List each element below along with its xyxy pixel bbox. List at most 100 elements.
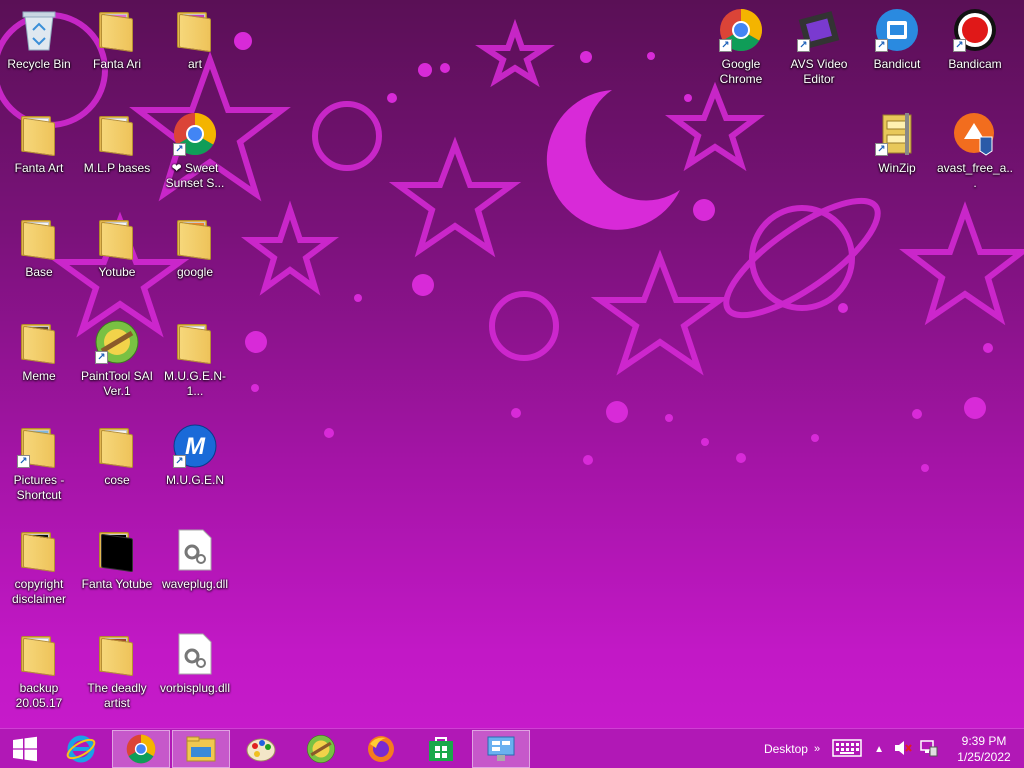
desktop-toolbar-label[interactable]: Desktop <box>764 742 808 756</box>
shortcut-arrow-icon: ↗ <box>875 143 888 156</box>
google-chrome-shortcut[interactable]: ↗ Google Chrome <box>702 6 780 87</box>
fanta-ari-label: Fanta Ari <box>92 57 142 71</box>
mlp-bases-label: M.L.P bases <box>83 161 151 175</box>
cose-label: cose <box>104 473 130 487</box>
painttool-sai-icon: ↗ <box>93 318 141 366</box>
base-label: Base <box>25 265 53 279</box>
folder-icon <box>97 114 137 157</box>
meme-folder[interactable]: Meme <box>0 318 78 384</box>
waveplug-label: waveplug.dll <box>161 577 229 591</box>
folder-icon <box>175 322 215 365</box>
file-explorer-button[interactable] <box>172 729 230 768</box>
keyboard-icon[interactable] <box>832 738 862 760</box>
winzip-cabinet-icon: ↗ <box>873 110 921 158</box>
paint-button[interactable] <box>232 730 290 768</box>
folder-icon <box>19 218 59 261</box>
base-folder[interactable]: Base <box>0 214 78 280</box>
folder-icon <box>19 634 59 677</box>
copyright-disclaimer-folder[interactable]: copyright disclaimer <box>0 526 78 607</box>
shortcut-arrow-icon: ↗ <box>95 351 108 364</box>
avast-icon <box>951 110 999 158</box>
recycle-bin-icon-tile[interactable]: Recycle Bin <box>0 6 78 72</box>
cose-folder[interactable]: cose <box>78 422 156 488</box>
fanta-art-label: Fanta Art <box>14 161 64 175</box>
clock-date: 1/25/2022 <box>957 750 1011 764</box>
deadly-artist-folder[interactable]: The deadly artist <box>78 630 156 711</box>
backup-label: backup 20.05.17 <box>15 681 63 710</box>
store-button[interactable] <box>412 730 470 768</box>
pictures-folder-icon: ↗ <box>15 422 63 470</box>
vorbisplug-file[interactable]: vorbisplug.dll <box>156 630 234 696</box>
store-icon <box>429 736 453 761</box>
bandicut-label: Bandicut <box>873 57 921 71</box>
painttool-sai-taskbar-button[interactable] <box>292 730 350 768</box>
file-explorer-icon <box>186 736 216 761</box>
google-folder[interactable]: google <box>156 214 234 280</box>
fanta-art-folder[interactable]: Fanta Art <box>0 110 78 176</box>
folder-icon <box>97 426 137 469</box>
system-clock[interactable]: 9:39 PM 1/25/2022 <box>944 733 1024 765</box>
folder-icon <box>19 530 59 573</box>
shortcut-arrow-icon: ↗ <box>953 39 966 52</box>
control-panel-button[interactable] <box>472 729 530 768</box>
chrome-icon: ↗ <box>171 110 219 158</box>
avast-label: avast_free_a... <box>936 161 1014 190</box>
network-icon[interactable] <box>920 739 938 760</box>
bandicam-label: Bandicam <box>948 57 1002 71</box>
painttool-sai-icon <box>306 734 336 763</box>
bandicut-shortcut[interactable]: ↗ Bandicut <box>858 6 936 72</box>
art-folder[interactable]: art <box>156 6 234 72</box>
shortcut-arrow-icon: ↗ <box>719 39 732 52</box>
fanta-ari-folder[interactable]: Fanta Ari <box>78 6 156 72</box>
winzip-shortcut[interactable]: ↗ WinZip <box>858 110 936 176</box>
chrome-icon: ↗ <box>717 6 765 54</box>
pictures-shortcut[interactable]: ↗ Pictures - Shortcut <box>0 422 78 503</box>
chrome-icon <box>126 734 156 763</box>
shortcut-arrow-icon: ↗ <box>173 143 186 156</box>
painttool-sai-shortcut[interactable]: ↗ PaintTool SAI Ver.1 <box>78 318 156 399</box>
svg-text:M: M <box>185 433 206 460</box>
mlp-bases-folder[interactable]: M.L.P bases <box>78 110 156 176</box>
internet-explorer-button[interactable] <box>52 730 110 768</box>
taskbar: Desktop » ▲ 9:39 PM 1/25/2022 <box>0 728 1024 768</box>
backup-folder[interactable]: backup 20.05.17 <box>0 630 78 711</box>
shortcut-arrow-icon: ↗ <box>173 455 186 468</box>
mugen-folder[interactable]: M.U.G.E.N-1... <box>156 318 234 399</box>
google-chrome-label: Google Chrome <box>719 57 763 86</box>
dll-file-icon <box>171 526 219 574</box>
folder-icon <box>175 218 215 261</box>
control-panel-icon <box>487 736 515 761</box>
deadly-artist-label: The deadly artist <box>87 681 147 710</box>
clock-time: 9:39 PM <box>961 734 1007 748</box>
shortcut-arrow-icon: ↗ <box>875 39 888 52</box>
avs-video-editor-label: AVS Video Editor <box>790 57 848 86</box>
bandicut-icon: ↗ <box>873 6 921 54</box>
shortcut-arrow-icon: ↗ <box>797 39 810 52</box>
folder-icon <box>97 10 137 53</box>
bandicam-shortcut[interactable]: ↗ Bandicam <box>936 6 1014 72</box>
avast-installer[interactable]: avast_free_a... <box>936 110 1014 191</box>
painttool-sai-label: PaintTool SAI Ver.1 <box>80 369 154 398</box>
show-hidden-icons-chevron-icon[interactable]: ▲ <box>874 744 884 755</box>
chrome-taskbar-button[interactable] <box>112 729 170 768</box>
avs-video-editor-shortcut[interactable]: ↗ AVS Video Editor <box>780 6 858 87</box>
mugen-shortcut[interactable]: M ↗ M.U.G.E.N <box>156 422 234 488</box>
yotube-folder[interactable]: Yotube <box>78 214 156 280</box>
volume-muted-icon[interactable] <box>894 740 912 759</box>
fanta-yotube-label: Fanta Yotube <box>81 577 153 591</box>
film-strip-icon: ↗ <box>795 6 843 54</box>
start-button[interactable] <box>0 730 50 768</box>
shortcut-arrow-icon: ↗ <box>17 455 30 468</box>
bandicam-record-icon: ↗ <box>951 6 999 54</box>
waveplug-file[interactable]: waveplug.dll <box>156 526 234 592</box>
google-label: google <box>176 265 214 279</box>
toolbar-chevron-icon[interactable]: » <box>814 743 820 755</box>
firefox-button[interactable] <box>352 730 410 768</box>
folder-icon <box>175 10 215 53</box>
sweet-sunset-shortcut[interactable]: ↗ ❤ Sweet Sunset S... <box>156 110 234 191</box>
mugen-icon: M ↗ <box>171 422 219 470</box>
dll-file-icon <box>171 630 219 678</box>
firefox-icon <box>368 735 394 762</box>
fanta-yotube-folder[interactable]: Fanta Yotube <box>78 526 156 592</box>
mugen-folder-label: M.U.G.E.N-1... <box>164 369 226 398</box>
